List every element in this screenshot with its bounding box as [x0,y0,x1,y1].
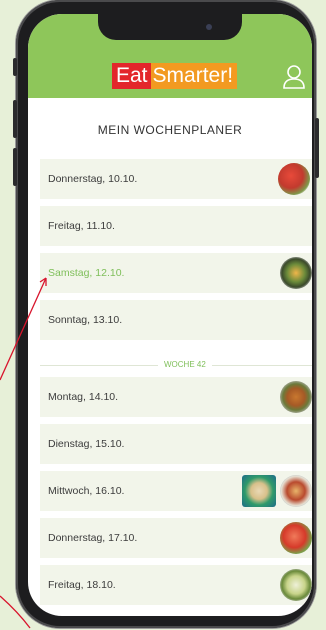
page-title: MEIN WOCHENPLANER [97,123,243,137]
food-thumbnail[interactable] [280,522,312,554]
week-divider: WOCHE 42 [40,359,312,371]
food-thumbnail[interactable] [280,475,312,507]
day-row-tuesday-15[interactable]: Dienstag, 15.10. [40,424,312,464]
day-label: Donnerstag, 10.10. [48,173,138,185]
day-row-thursday-17[interactable]: Donnerstag, 17.10. [40,518,312,558]
day-row-wednesday-16[interactable]: Mittwoch, 16.10. [40,471,312,511]
day-row-saturday-12[interactable]: Samstag, 12.10. [40,253,312,293]
day-row-sunday-13[interactable]: Sonntag, 13.10. [40,300,312,340]
day-row-thursday-10[interactable]: Donnerstag, 10.10. [40,159,312,199]
day-label: Mittwoch, 16.10. [48,485,125,497]
food-thumbnail[interactable] [278,163,310,195]
logo-smarter: Smarter! [150,63,238,89]
phone-notch [98,14,242,40]
day-row-monday-14[interactable]: Montag, 14.10. [40,377,312,417]
day-label: Sonntag, 13.10. [48,314,123,326]
logo-eat: Eat [112,63,151,89]
eatsmarter-logo[interactable]: Eat Smarter! [112,63,238,89]
volume-up-button [13,100,17,138]
camera-icon [206,24,212,30]
day-label: Montag, 14.10. [48,391,119,403]
logo-exclamation: ! [227,64,234,87]
volume-down-button [13,148,17,186]
day-label: Donnerstag, 17.10. [48,532,138,544]
day-label: Freitag, 11.10. [48,220,115,232]
food-thumbnail[interactable] [280,569,312,601]
day-row-friday-11[interactable]: Freitag, 11.10. [40,206,312,246]
day-row-friday-18[interactable]: Freitag, 18.10. [40,565,312,605]
user-icon[interactable] [282,64,306,90]
day-label: Samstag, 12.10. [48,267,125,279]
day-label: Freitag, 18.10. [48,579,116,591]
week-label: WOCHE 42 [158,359,212,371]
mute-switch [13,58,17,76]
food-thumbnail[interactable] [280,257,312,289]
app-screen: Eat Smarter! MEIN WOCHENPLANER Donnersta… [28,14,312,616]
food-thumbnail[interactable] [242,475,276,507]
power-button [315,118,319,178]
logo-smarter-text: Smarter [152,64,228,87]
day-label: Dienstag, 15.10. [48,438,125,450]
food-thumbnail[interactable] [280,381,312,413]
